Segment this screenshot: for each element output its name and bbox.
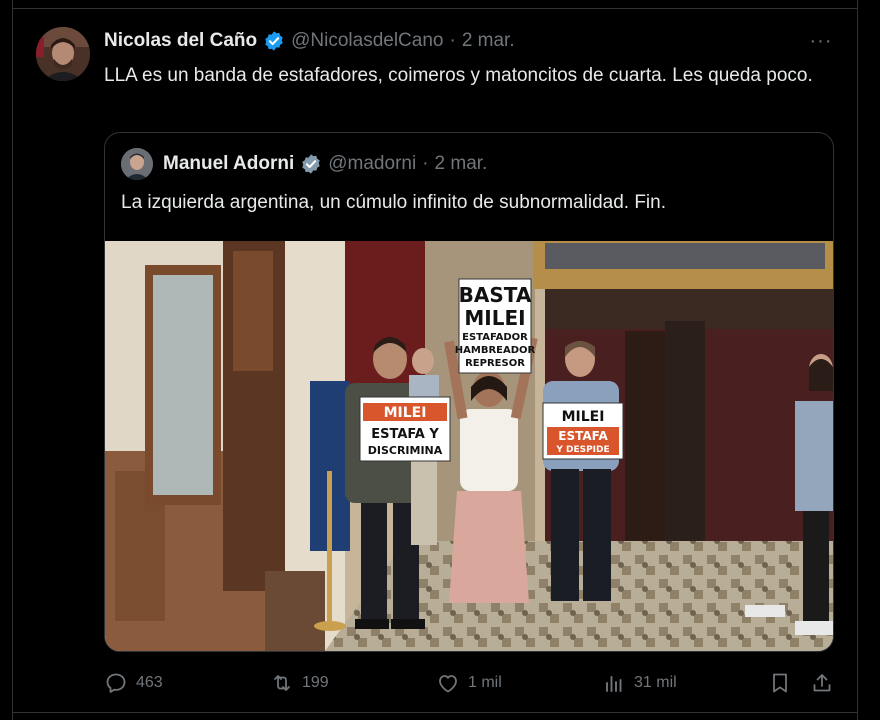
author-handle[interactable]: @NicolasdelCano — [291, 30, 443, 52]
sign-center-line3: REPRESOR — [465, 358, 525, 369]
verified-badge-icon[interactable] — [263, 30, 285, 52]
quoted-author-avatar[interactable] — [121, 148, 153, 180]
header-separator: · — [449, 30, 456, 51]
bookmark-icon — [773, 673, 787, 693]
share-button[interactable] — [810, 669, 834, 697]
verified-gray-badge-icon[interactable] — [300, 153, 322, 175]
quoted-tweet[interactable]: Manuel Adorni @madorni · 2 mar. La izqui… — [104, 132, 834, 652]
quoted-photo[interactable]: BASTA MILEI ESTAFADOR HAMBREADOR REPRESO… — [105, 241, 833, 651]
sign-left-bottom: DISCRIMINA — [368, 444, 443, 457]
repost-icon — [274, 675, 290, 691]
more-icon[interactable]: ··· — [808, 31, 834, 51]
sign-right-band: ESTAFA — [558, 429, 608, 443]
quoted-text: La izquierda argentina, un cúmulo infini… — [121, 192, 666, 213]
frame-border-bottom — [12, 712, 858, 713]
sign-center-line2: HAMBREADOR — [455, 345, 536, 356]
share-icon — [813, 674, 831, 692]
frame-border-right — [857, 0, 858, 720]
reply-count: 463 — [136, 674, 163, 691]
quoted-header: Manuel Adorni @madorni · 2 mar. — [121, 148, 488, 180]
views-icon — [606, 676, 622, 692]
protest-photo-illustration: BASTA MILEI ESTAFADOR HAMBREADOR REPRESO… — [105, 241, 833, 651]
sign-center-top: BASTA — [459, 283, 532, 307]
like-count: 1 mil — [468, 674, 502, 691]
quoted-author-name[interactable]: Manuel Adorni — [163, 153, 294, 175]
quoted-author-handle[interactable]: @madorni — [328, 153, 416, 175]
quoted-date[interactable]: 2 mar. — [435, 153, 488, 175]
tweet-date[interactable]: 2 mar. — [462, 30, 515, 52]
reply-icon — [106, 673, 126, 693]
like-button[interactable]: 1 mil — [436, 669, 502, 697]
sign-center-mid: MILEI — [464, 306, 525, 330]
tweet[interactable]: Nicolas del Caño @NicolasdelCano · 2 mar… — [12, 9, 857, 712]
views-count: 31 mil — [634, 674, 677, 691]
repost-count: 199 — [302, 674, 329, 691]
heart-icon — [439, 675, 457, 693]
tweet-header: Nicolas del Caño @NicolasdelCano · 2 mar… — [104, 29, 515, 53]
tweet-text: LLA es un banda de estafadores, coimeros… — [104, 65, 813, 86]
quoted-header-separator: · — [422, 153, 429, 174]
views-button[interactable]: 31 mil — [602, 669, 677, 697]
repost-button[interactable]: 199 — [270, 669, 329, 697]
author-avatar[interactable] — [36, 27, 90, 81]
sign-right-band2: Y DESPIDE — [555, 445, 609, 455]
author-name[interactable]: Nicolas del Caño — [104, 30, 257, 52]
sign-left-band: ESTAFA Y — [371, 427, 439, 442]
action-bar: 463 199 1 mil 31 mil — [104, 669, 844, 697]
sign-center-line1: ESTAFADOR — [462, 332, 528, 343]
reply-button[interactable]: 463 — [104, 669, 163, 697]
bookmark-button[interactable] — [768, 669, 792, 697]
sign-right-top: MILEI — [562, 409, 605, 425]
sign-left-top: MILEI — [384, 405, 427, 421]
